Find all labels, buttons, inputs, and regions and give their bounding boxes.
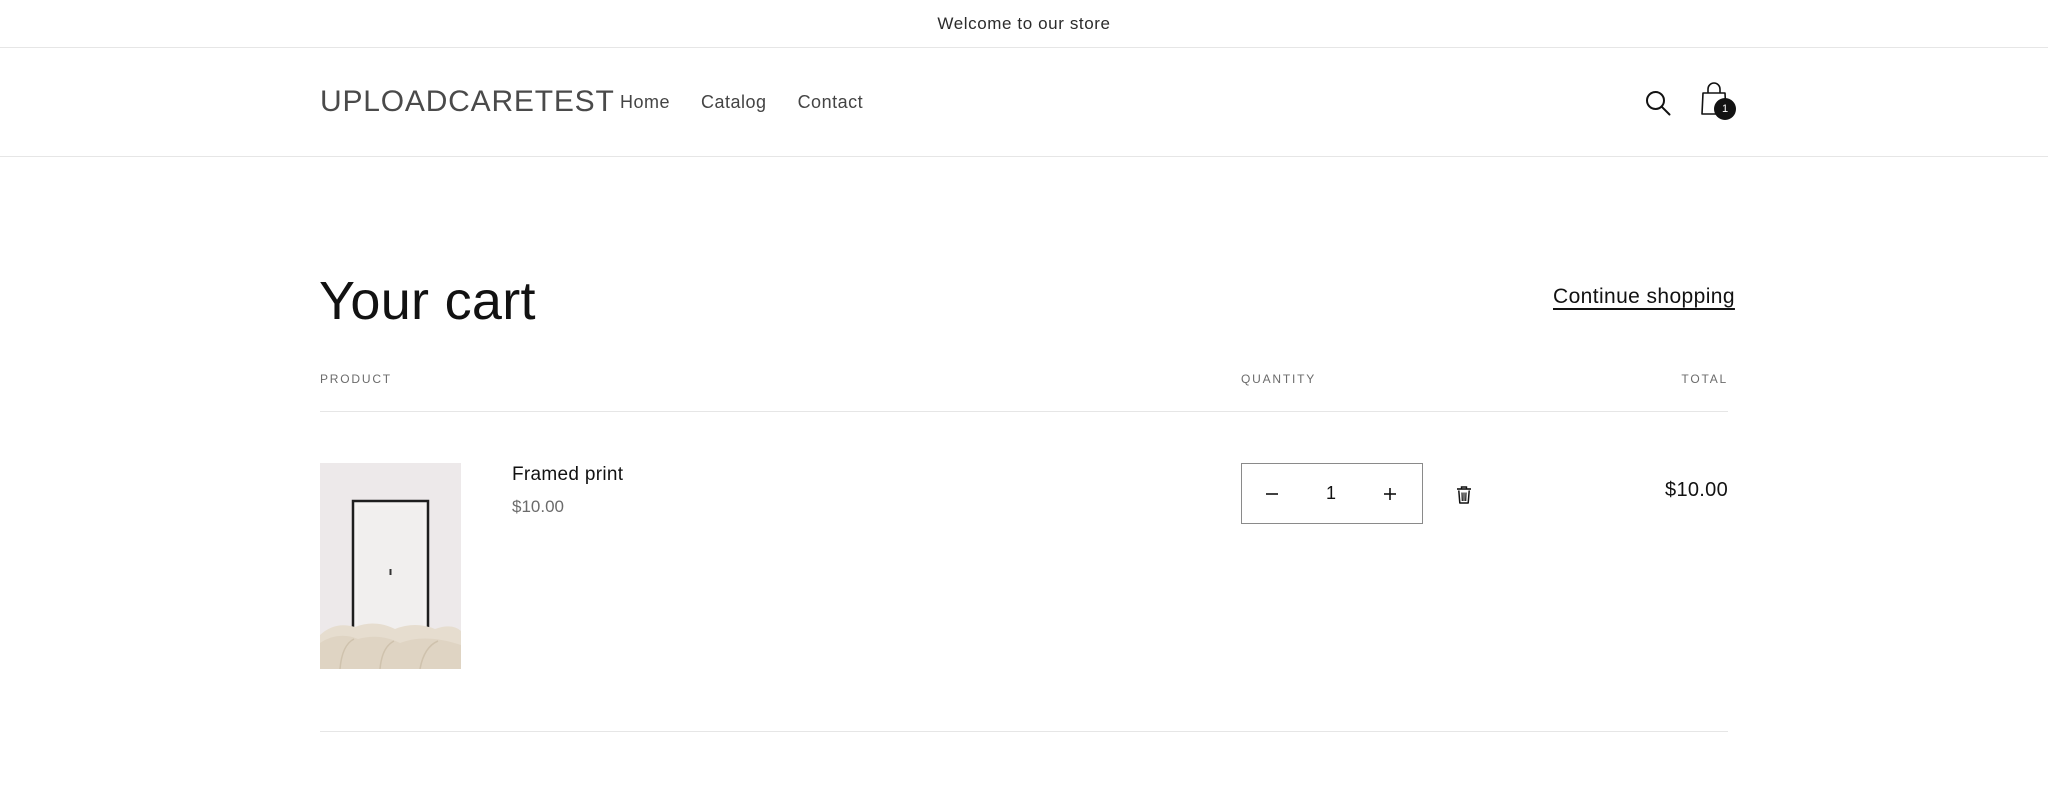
product-image[interactable] [320,463,461,669]
remove-item-button[interactable] [1452,482,1476,508]
nav-item-contact[interactable]: Contact [798,92,864,113]
column-header-quantity: QUANTITY [1241,372,1317,386]
column-header-product: PRODUCT [320,372,392,386]
column-header-total: TOTAL [1681,372,1728,386]
plus-icon [1384,487,1396,500]
product-unit-price: $10.00 [512,497,564,516]
search-button[interactable] [1642,87,1674,119]
trash-icon [1457,486,1471,504]
site-header: UPLOADCARETEST Home Catalog Contact 1 [0,48,2048,157]
cart-items-divider [320,731,1728,732]
quantity-stepper [1241,463,1423,524]
quantity-input[interactable] [1302,464,1360,523]
announcement-text: Welcome to our store [937,13,1111,33]
decrease-quantity-button[interactable] [1242,464,1302,523]
product-name[interactable]: Framed print [512,464,623,486]
search-icon [1646,91,1671,116]
framed-print-image [320,463,461,669]
nav-item-catalog[interactable]: Catalog [701,92,767,113]
increase-quantity-button[interactable] [1360,464,1420,523]
cart-button[interactable]: 1 [1700,82,1742,124]
continue-shopping-link[interactable]: Continue shopping [1553,285,1735,309]
store-logo[interactable]: UPLOADCARETEST [320,85,615,119]
nav-item-home[interactable]: Home [620,92,670,113]
minus-icon [1266,492,1278,495]
page-title: Your cart [319,271,536,331]
header-divider [320,411,1728,412]
line-item-total: $10.00 [1665,479,1728,501]
announcement-bar: Welcome to our store [0,0,2048,48]
main-nav: Home Catalog Contact [620,92,863,113]
cart-count-badge: 1 [1714,98,1736,120]
